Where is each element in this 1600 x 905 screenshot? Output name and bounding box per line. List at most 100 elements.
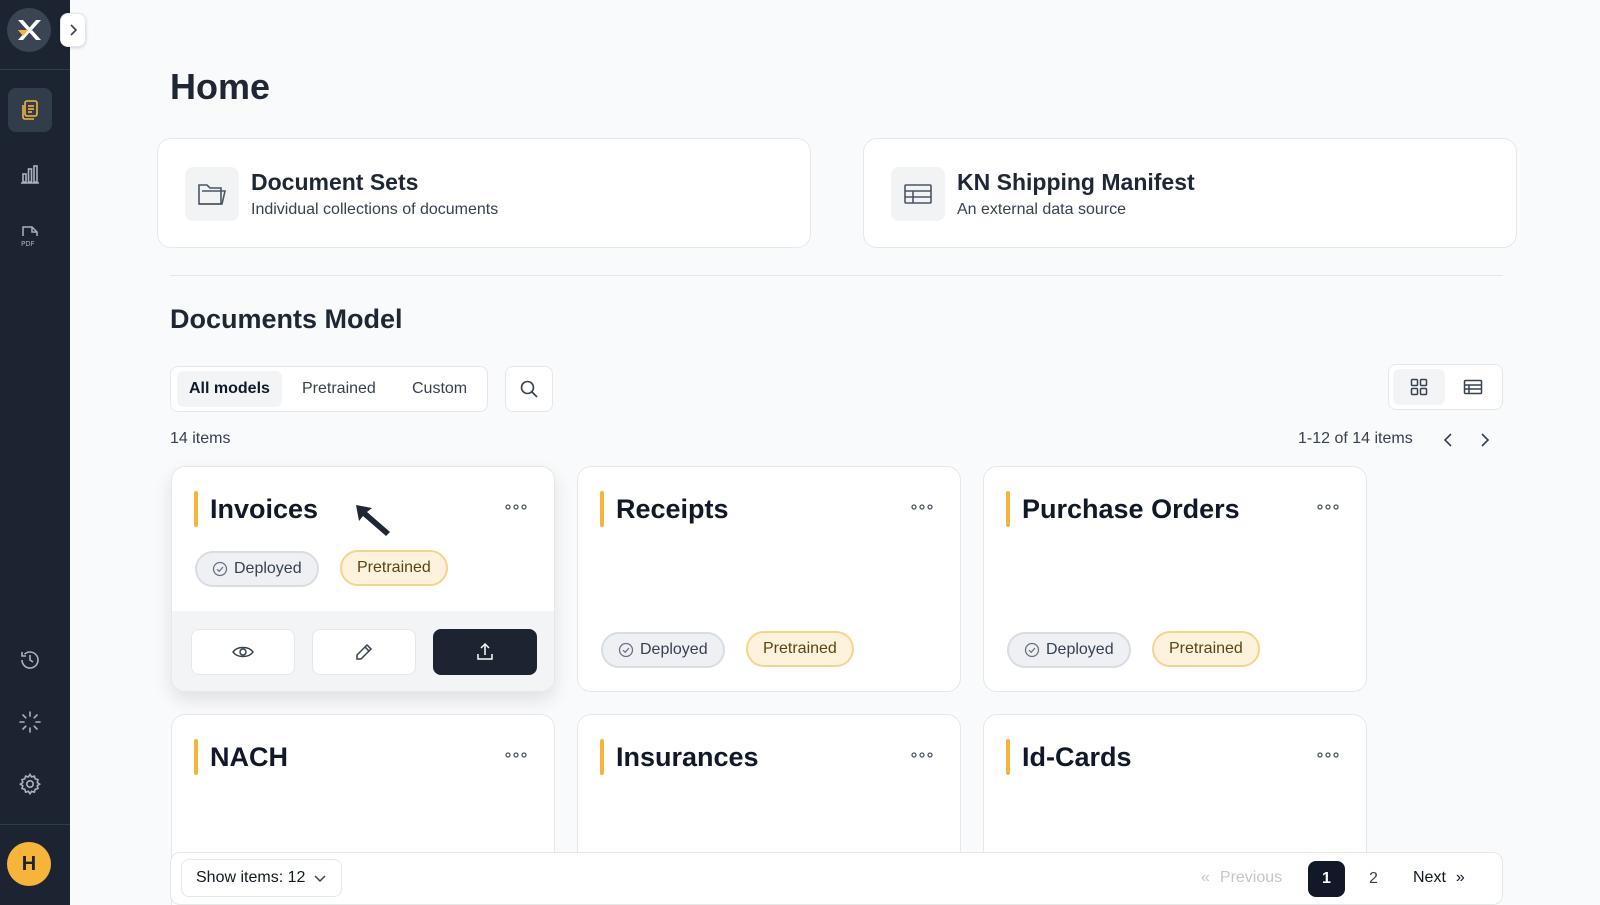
list-view-button[interactable] — [1447, 369, 1499, 405]
mouse-cursor-icon — [352, 502, 398, 543]
page-button[interactable]: 1 — [1308, 861, 1345, 897]
double-chevron-right-icon: » — [1455, 869, 1465, 886]
more-options-icon[interactable] — [504, 499, 528, 515]
tab-custom[interactable]: Custom — [400, 371, 479, 407]
check-circle-icon — [212, 561, 228, 577]
eye-icon — [232, 646, 254, 658]
status-badge: Deployed — [195, 551, 319, 587]
source-subtitle: Individual collections of documents — [251, 201, 499, 218]
card-accent-bar — [1006, 491, 1010, 527]
nav-documents[interactable] — [8, 88, 52, 132]
source-card-document-sets[interactable]: Document Sets Individual collections of … — [157, 138, 811, 248]
model-name: Purchase Orders — [1022, 494, 1240, 524]
nav-loading[interactable] — [8, 700, 52, 744]
page-size-label: Show items: 12 — [196, 869, 306, 886]
previous-label: Previous — [1219, 869, 1283, 886]
tab-all-models[interactable]: All models — [177, 371, 282, 407]
more-options-icon[interactable] — [1316, 747, 1340, 763]
status-label: Deployed — [640, 641, 708, 658]
grid-view-button[interactable] — [1393, 369, 1445, 405]
chevron-left-icon — [1443, 433, 1452, 447]
more-options-icon[interactable] — [504, 747, 528, 763]
card-actions — [172, 611, 554, 691]
page-title: Home — [170, 66, 271, 107]
status-label: Deployed — [1046, 641, 1114, 658]
upload-button[interactable] — [433, 629, 537, 675]
more-options-icon[interactable] — [910, 747, 934, 763]
history-icon — [21, 651, 39, 669]
model-card-receipts[interactable]: Receipts Deployed Pretrained — [577, 466, 961, 692]
prev-page-arrow[interactable] — [1436, 428, 1460, 452]
edit-button[interactable] — [312, 629, 416, 675]
nav-pdf[interactable]: PDF — [8, 214, 52, 258]
nav-settings[interactable] — [8, 762, 52, 806]
next-button[interactable]: Next » — [1413, 869, 1465, 887]
sidebar-divider — [0, 69, 70, 70]
model-name: Id-Cards — [1022, 742, 1132, 772]
status-badge: Deployed — [1007, 632, 1131, 668]
folder-icon — [185, 167, 239, 221]
model-name: Insurances — [616, 742, 759, 772]
grid-icon — [1410, 378, 1428, 396]
loading-icon — [19, 711, 41, 733]
next-page-arrow[interactable] — [1473, 428, 1497, 452]
gear-icon — [18, 773, 42, 796]
bar-chart-icon — [21, 165, 39, 184]
source-title: Document Sets — [251, 169, 419, 195]
type-badge: Pretrained — [746, 631, 854, 667]
double-chevron-left-icon: « — [1201, 869, 1210, 886]
page-button[interactable]: 2 — [1355, 861, 1392, 897]
source-title: KN Shipping Manifest — [957, 169, 1195, 195]
model-filter-tabs: All models Pretrained Custom — [170, 366, 488, 412]
more-options-icon[interactable] — [910, 499, 934, 515]
status-badge: Deployed — [601, 632, 725, 668]
nav-analytics[interactable] — [8, 152, 52, 196]
sidebar: PDF H — [0, 0, 70, 905]
card-accent-bar — [600, 491, 604, 527]
chevron-right-icon — [1481, 433, 1490, 447]
nav-history[interactable] — [8, 638, 52, 682]
sidebar-toggle-button[interactable] — [60, 13, 86, 47]
model-name: Receipts — [616, 494, 729, 524]
table-icon — [891, 167, 945, 221]
check-circle-icon — [618, 642, 634, 658]
page-size-select[interactable]: Show items: 12 — [181, 859, 343, 897]
table-list-icon — [1463, 379, 1483, 395]
card-accent-bar — [1006, 739, 1010, 775]
status-label: Deployed — [234, 560, 302, 577]
app-logo-icon[interactable] — [7, 8, 51, 52]
items-count: 14 items — [170, 430, 231, 447]
search-button[interactable] — [505, 366, 553, 412]
source-subtitle: An external data source — [957, 201, 1126, 218]
section-divider — [170, 275, 1503, 276]
card-accent-bar — [194, 739, 198, 775]
previous-button[interactable]: « Previous — [1201, 869, 1282, 887]
view-button[interactable] — [191, 629, 295, 675]
svg-text:PDF: PDF — [21, 240, 35, 248]
chevron-right-icon — [70, 24, 78, 36]
type-badge: Pretrained — [1152, 631, 1260, 667]
more-options-icon[interactable] — [1316, 499, 1340, 515]
check-circle-icon — [1024, 642, 1040, 658]
model-name: NACH — [210, 742, 288, 772]
view-toggle — [1388, 364, 1503, 410]
model-card-purchase-orders[interactable]: Purchase Orders Deployed Pretrained — [983, 466, 1367, 692]
pdf-file-icon: PDF — [21, 226, 38, 248]
model-name: Invoices — [210, 494, 319, 524]
search-icon — [520, 380, 538, 398]
source-card-kn-shipping-manifest[interactable]: KN Shipping Manifest An external data so… — [863, 138, 1517, 248]
page-range: 1-12 of 14 items — [1298, 430, 1413, 447]
card-accent-bar — [194, 491, 198, 527]
upload-icon — [477, 643, 493, 660]
pagination-bar: Show items: 12 « Previous 1 2 Next » — [170, 852, 1503, 905]
pencil-icon — [356, 643, 373, 660]
type-badge: Pretrained — [340, 550, 448, 586]
sidebar-divider — [0, 824, 70, 825]
documents-icon — [22, 100, 38, 120]
tab-pretrained[interactable]: Pretrained — [290, 371, 388, 407]
model-card-invoices[interactable]: Invoices Deployed Pretrained — [171, 466, 555, 692]
chevron-down-icon — [314, 875, 326, 883]
next-label: Next — [1413, 869, 1446, 886]
avatar[interactable]: H — [7, 842, 51, 886]
card-accent-bar — [600, 739, 604, 775]
